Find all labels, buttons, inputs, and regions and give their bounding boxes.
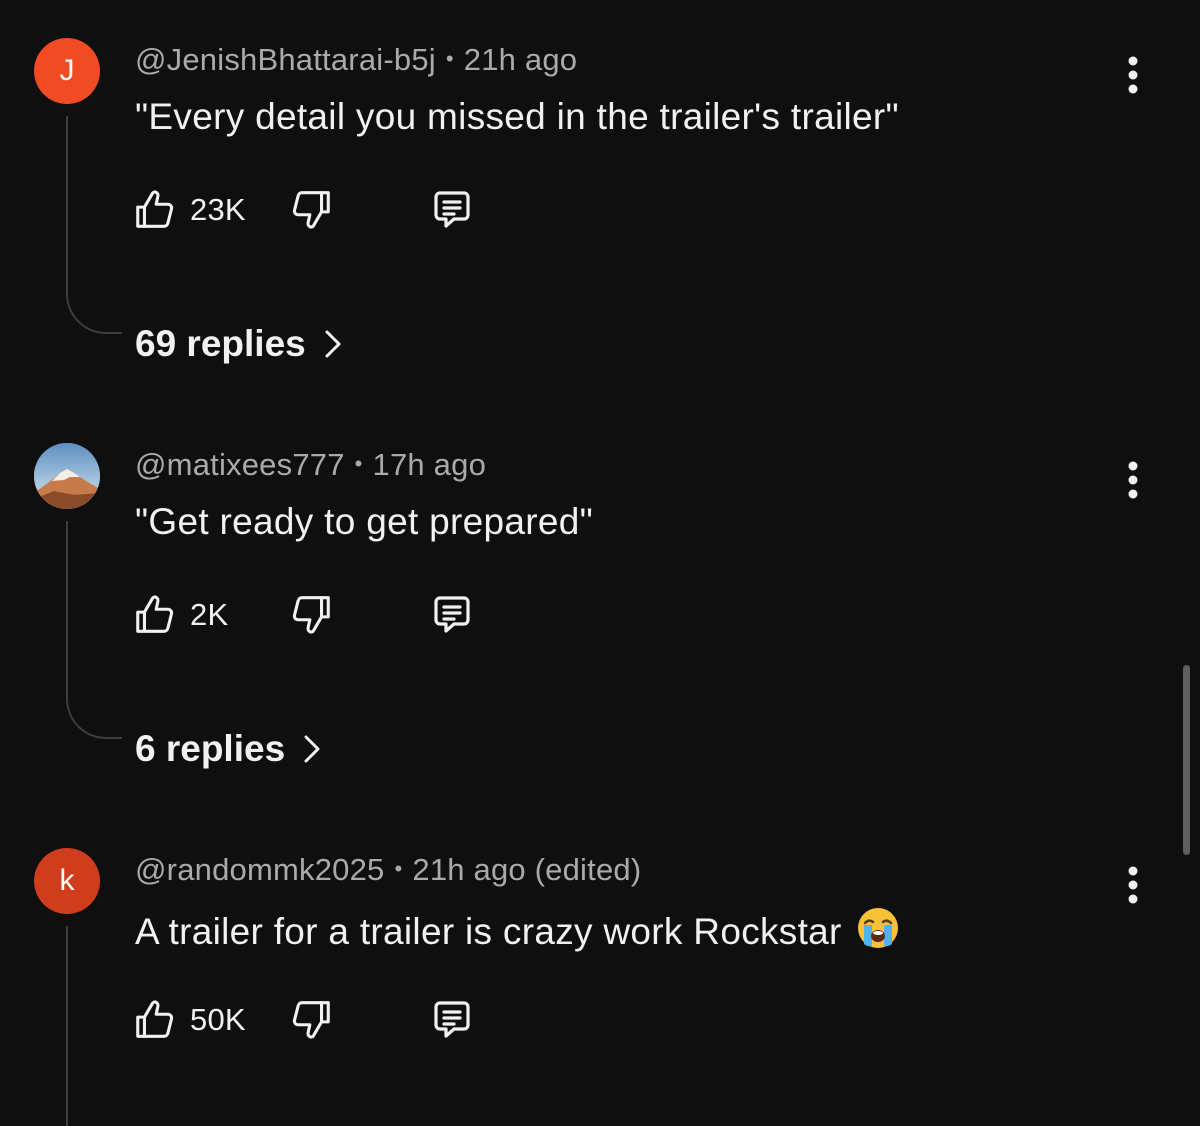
thumbs-up-icon [136, 1000, 174, 1038]
like-button[interactable]: 2K [132, 591, 228, 639]
scrollbar-thumb[interactable] [1183, 665, 1190, 855]
reply-comment-icon [434, 191, 470, 228]
thumbs-down-icon [292, 1001, 330, 1039]
like-button[interactable]: 50K [132, 996, 246, 1044]
reply-comment-icon [434, 1001, 470, 1038]
comment-time: 21h ago (edited) [412, 852, 642, 887]
like-button[interactable]: 23K [132, 186, 246, 234]
thumbs-up-icon [136, 190, 174, 228]
thumbs-down-icon [292, 596, 330, 634]
separator-dot: • [394, 856, 403, 881]
reply-button[interactable] [428, 186, 476, 234]
more-options-button[interactable] [1108, 50, 1158, 100]
avatar[interactable]: k [34, 848, 100, 914]
comment-text-container: A trailer for a trailer is crazy work Ro… [135, 906, 900, 953]
separator-dot: • [354, 451, 363, 476]
reply-button[interactable] [428, 996, 476, 1044]
view-replies-link[interactable]: 6 replies [135, 725, 321, 773]
avatar-letter: k [59, 864, 75, 897]
reply-comment-icon [434, 596, 470, 633]
comment-meta: @JenishBhattarai-b5j • 21h ago [135, 42, 577, 78]
avatar[interactable] [34, 443, 100, 509]
comment-author[interactable]: @randommk2025 [135, 852, 384, 887]
thumbs-down-icon [292, 191, 330, 229]
like-count: 2K [190, 597, 229, 632]
comment-author[interactable]: @matixees777 [135, 447, 345, 482]
comment-time: 17h ago [372, 447, 487, 482]
more-vertical-icon [1128, 866, 1138, 904]
mountain-avatar-image [34, 443, 100, 509]
comment-time: 21h ago [463, 42, 578, 77]
comment-meta: @matixees777 • 17h ago [135, 447, 486, 483]
avatar[interactable]: J [34, 38, 100, 104]
loudly-crying-face-icon [857, 908, 898, 948]
comment-actions: 2K [132, 591, 492, 639]
reply-button[interactable] [428, 591, 476, 639]
comment-actions: 23K [132, 186, 492, 234]
view-replies-link[interactable]: 69 replies [135, 320, 342, 368]
separator-dot: • [445, 46, 454, 71]
comment-actions: 50K [132, 996, 492, 1044]
comment-text: "Every detail you missed in the trailer'… [135, 96, 899, 137]
thread-connector [66, 116, 122, 334]
more-options-button[interactable] [1108, 860, 1158, 910]
like-count: 23K [190, 192, 246, 227]
thumbs-up-icon [136, 595, 174, 633]
replies-label: 6 replies [135, 728, 286, 769]
like-count: 50K [190, 1002, 246, 1037]
more-vertical-icon [1128, 461, 1138, 499]
comment-text: "Get ready to get prepared" [135, 501, 594, 542]
avatar-letter: J [59, 54, 75, 87]
comment-meta: @randommk2025 • 21h ago (edited) [135, 852, 641, 888]
replies-label: 69 replies [135, 323, 306, 364]
chevron-right-icon [325, 330, 341, 358]
thread-connector [66, 926, 122, 1126]
dislike-button[interactable] [288, 996, 336, 1044]
chevron-right-icon [304, 735, 320, 763]
dislike-button[interactable] [288, 186, 336, 234]
comment-text: A trailer for a trailer is crazy work Ro… [135, 911, 842, 952]
more-vertical-icon [1128, 56, 1138, 94]
thread-connector [66, 521, 122, 739]
more-options-button[interactable] [1108, 455, 1158, 505]
dislike-button[interactable] [288, 591, 336, 639]
comment-author[interactable]: @JenishBhattarai-b5j [135, 42, 436, 77]
